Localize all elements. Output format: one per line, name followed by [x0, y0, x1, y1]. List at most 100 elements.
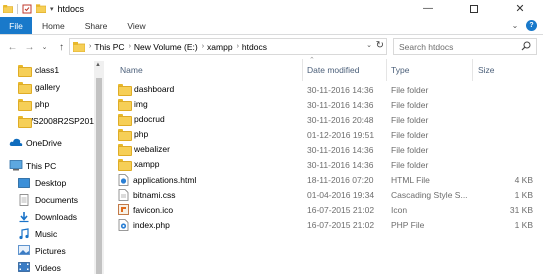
customize-quick-access-icon[interactable]: ▾: [50, 5, 54, 13]
back-arrow-icon: ←: [7, 41, 18, 53]
nav-item-this-pc[interactable]: This PC: [9, 157, 56, 174]
chevron-down-icon: ⌄: [41, 44, 48, 51]
music-icon: [19, 227, 29, 239]
file-row[interactable]: pdocrud 30-11-2016 20:48 File folder: [104, 112, 543, 127]
html-file-icon: [118, 174, 129, 186]
back-button[interactable]: ←: [6, 39, 19, 55]
file-name: applications.html: [133, 175, 197, 185]
file-type: File folder: [391, 115, 429, 125]
forward-arrow-icon: →: [24, 41, 35, 53]
file-type: File folder: [391, 85, 429, 95]
nav-item-php[interactable]: php: [18, 95, 49, 112]
file-date: 30-11-2016 14:36: [307, 145, 374, 155]
forward-button[interactable]: →: [23, 39, 36, 55]
nav-scrollbar-thumb[interactable]: [96, 78, 102, 274]
folder-icon: [18, 98, 32, 111]
folder-icon: [118, 84, 132, 96]
expand-ribbon-icon[interactable]: ⌄: [510, 21, 520, 31]
address-row: ← → ⌄ ↑ › This PC › New Volume (E:) › xa…: [0, 35, 543, 59]
file-date: 30-11-2016 14:36: [307, 100, 374, 110]
nav-item-label: class1: [35, 64, 60, 75]
breadcrumb-separator-icon[interactable]: ›: [129, 43, 131, 50]
file-row[interactable]: webalizer 30-11-2016 14:36 File folder: [104, 142, 543, 157]
file-row[interactable]: xampp 30-11-2016 14:36 File folder: [104, 157, 543, 172]
nav-item-pictures[interactable]: Pictures: [18, 242, 66, 259]
breadcrumb-htdocs[interactable]: htdocs: [242, 42, 267, 52]
file-row[interactable]: php 01-12-2016 19:51 File folder: [104, 127, 543, 142]
column-header-name[interactable]: Name: [120, 59, 143, 81]
file-size: 4 KB: [514, 175, 533, 185]
file-row[interactable]: favicon.ico 16-07-2015 21:02 Icon 31 KB: [104, 202, 543, 217]
up-arrow-icon: ↑: [59, 41, 64, 53]
folder-icon: [18, 81, 32, 94]
nav-item-ws2008r2sp201[interactable]: WS2008R2SP201: [18, 112, 94, 129]
file-date: 16-07-2015 21:02: [307, 205, 375, 215]
help-icon[interactable]: ?: [526, 20, 537, 31]
videos-icon: [18, 262, 30, 272]
nav-item-label: gallery: [35, 81, 61, 92]
nav-item-class1[interactable]: class1: [18, 61, 59, 78]
nav-item-label: Documents: [35, 194, 78, 205]
file-name: img: [134, 99, 148, 109]
quick-access-separator: [17, 3, 18, 14]
file-name: xampp: [134, 159, 160, 169]
file-size: 1 KB: [514, 190, 533, 200]
tab-home[interactable]: Home: [32, 17, 75, 34]
title-bar: ▾ htdocs — ✕: [0, 0, 543, 17]
address-bar[interactable]: › This PC › New Volume (E:) › xampp › ht…: [69, 38, 387, 55]
column-divider[interactable]: [302, 59, 303, 81]
breadcrumb-this-pc[interactable]: This PC: [94, 42, 124, 52]
breadcrumb-separator-icon[interactable]: ›: [202, 43, 204, 50]
nav-item-label: OneDrive: [26, 137, 62, 148]
maximize-button[interactable]: [451, 0, 497, 17]
file-row[interactable]: bitnami.css 01-04-2016 19:34 Cascading S…: [104, 187, 543, 202]
navigation-pane: class1 gallery php WS2008R2SP201 OneDriv…: [0, 59, 104, 274]
column-header-type[interactable]: Type: [391, 59, 409, 81]
file-type: File folder: [391, 130, 429, 140]
nav-item-desktop[interactable]: Desktop: [18, 174, 66, 191]
breadcrumb-separator-icon[interactable]: ›: [237, 43, 239, 50]
file-type: Cascading Style S...: [391, 190, 468, 200]
column-header-size[interactable]: Size: [478, 59, 495, 81]
file-date: 30-11-2016 14:36: [307, 85, 374, 95]
nav-item-music[interactable]: Music: [18, 225, 57, 242]
nav-item-downloads[interactable]: Downloads: [18, 208, 77, 225]
recent-locations-button[interactable]: ⌄: [38, 39, 51, 55]
file-row[interactable]: index.php 16-07-2015 21:02 PHP File 1 KB: [104, 217, 543, 232]
file-type: Icon: [391, 205, 408, 215]
nav-item-onedrive[interactable]: OneDrive: [9, 134, 62, 151]
folder-icon: [118, 129, 132, 141]
new-folder-icon[interactable]: [36, 4, 46, 13]
nav-item-documents[interactable]: Documents: [18, 191, 78, 208]
column-divider[interactable]: [386, 59, 387, 81]
refresh-icon[interactable]: ↻: [376, 40, 384, 51]
close-button[interactable]: ✕: [497, 0, 543, 17]
file-size: 31 KB: [509, 205, 533, 215]
tab-view[interactable]: View: [117, 17, 155, 34]
tab-file[interactable]: File: [0, 17, 32, 34]
nav-item-videos[interactable]: Videos: [18, 259, 61, 274]
file-row[interactable]: applications.html 18-11-2016 07:20 HTML …: [104, 172, 543, 187]
nav-item-label: WS2008R2SP201: [25, 115, 94, 126]
scroll-up-icon[interactable]: ▲: [95, 62, 101, 68]
address-dropdown-icon[interactable]: ⌄: [366, 41, 372, 49]
search-box[interactable]: Search htdocs: [393, 38, 537, 55]
column-header-date[interactable]: Date modified: [307, 59, 359, 81]
up-button[interactable]: ↑: [55, 39, 68, 55]
nav-item-gallery[interactable]: gallery: [18, 78, 60, 95]
tab-share[interactable]: Share: [75, 17, 118, 34]
folder-icon: [118, 144, 132, 156]
file-row[interactable]: img 30-11-2016 14:36 File folder: [104, 97, 543, 112]
file-date: 18-11-2016 07:20: [307, 175, 374, 185]
minimize-button[interactable]: —: [405, 0, 451, 17]
file-row[interactable]: dashboard 30-11-2016 14:36 File folder: [104, 82, 543, 97]
file-date: 16-07-2015 21:02: [307, 220, 375, 230]
breadcrumb-new-volume[interactable]: New Volume (E:): [134, 42, 198, 52]
breadcrumb-separator-icon[interactable]: ›: [89, 43, 91, 50]
file-name: pdocrud: [134, 114, 165, 124]
folder-icon: [18, 64, 32, 77]
column-divider[interactable]: [472, 59, 473, 81]
search-input[interactable]: Search htdocs: [399, 42, 453, 52]
breadcrumb-xampp[interactable]: xampp: [207, 42, 233, 52]
properties-icon[interactable]: [22, 4, 32, 14]
